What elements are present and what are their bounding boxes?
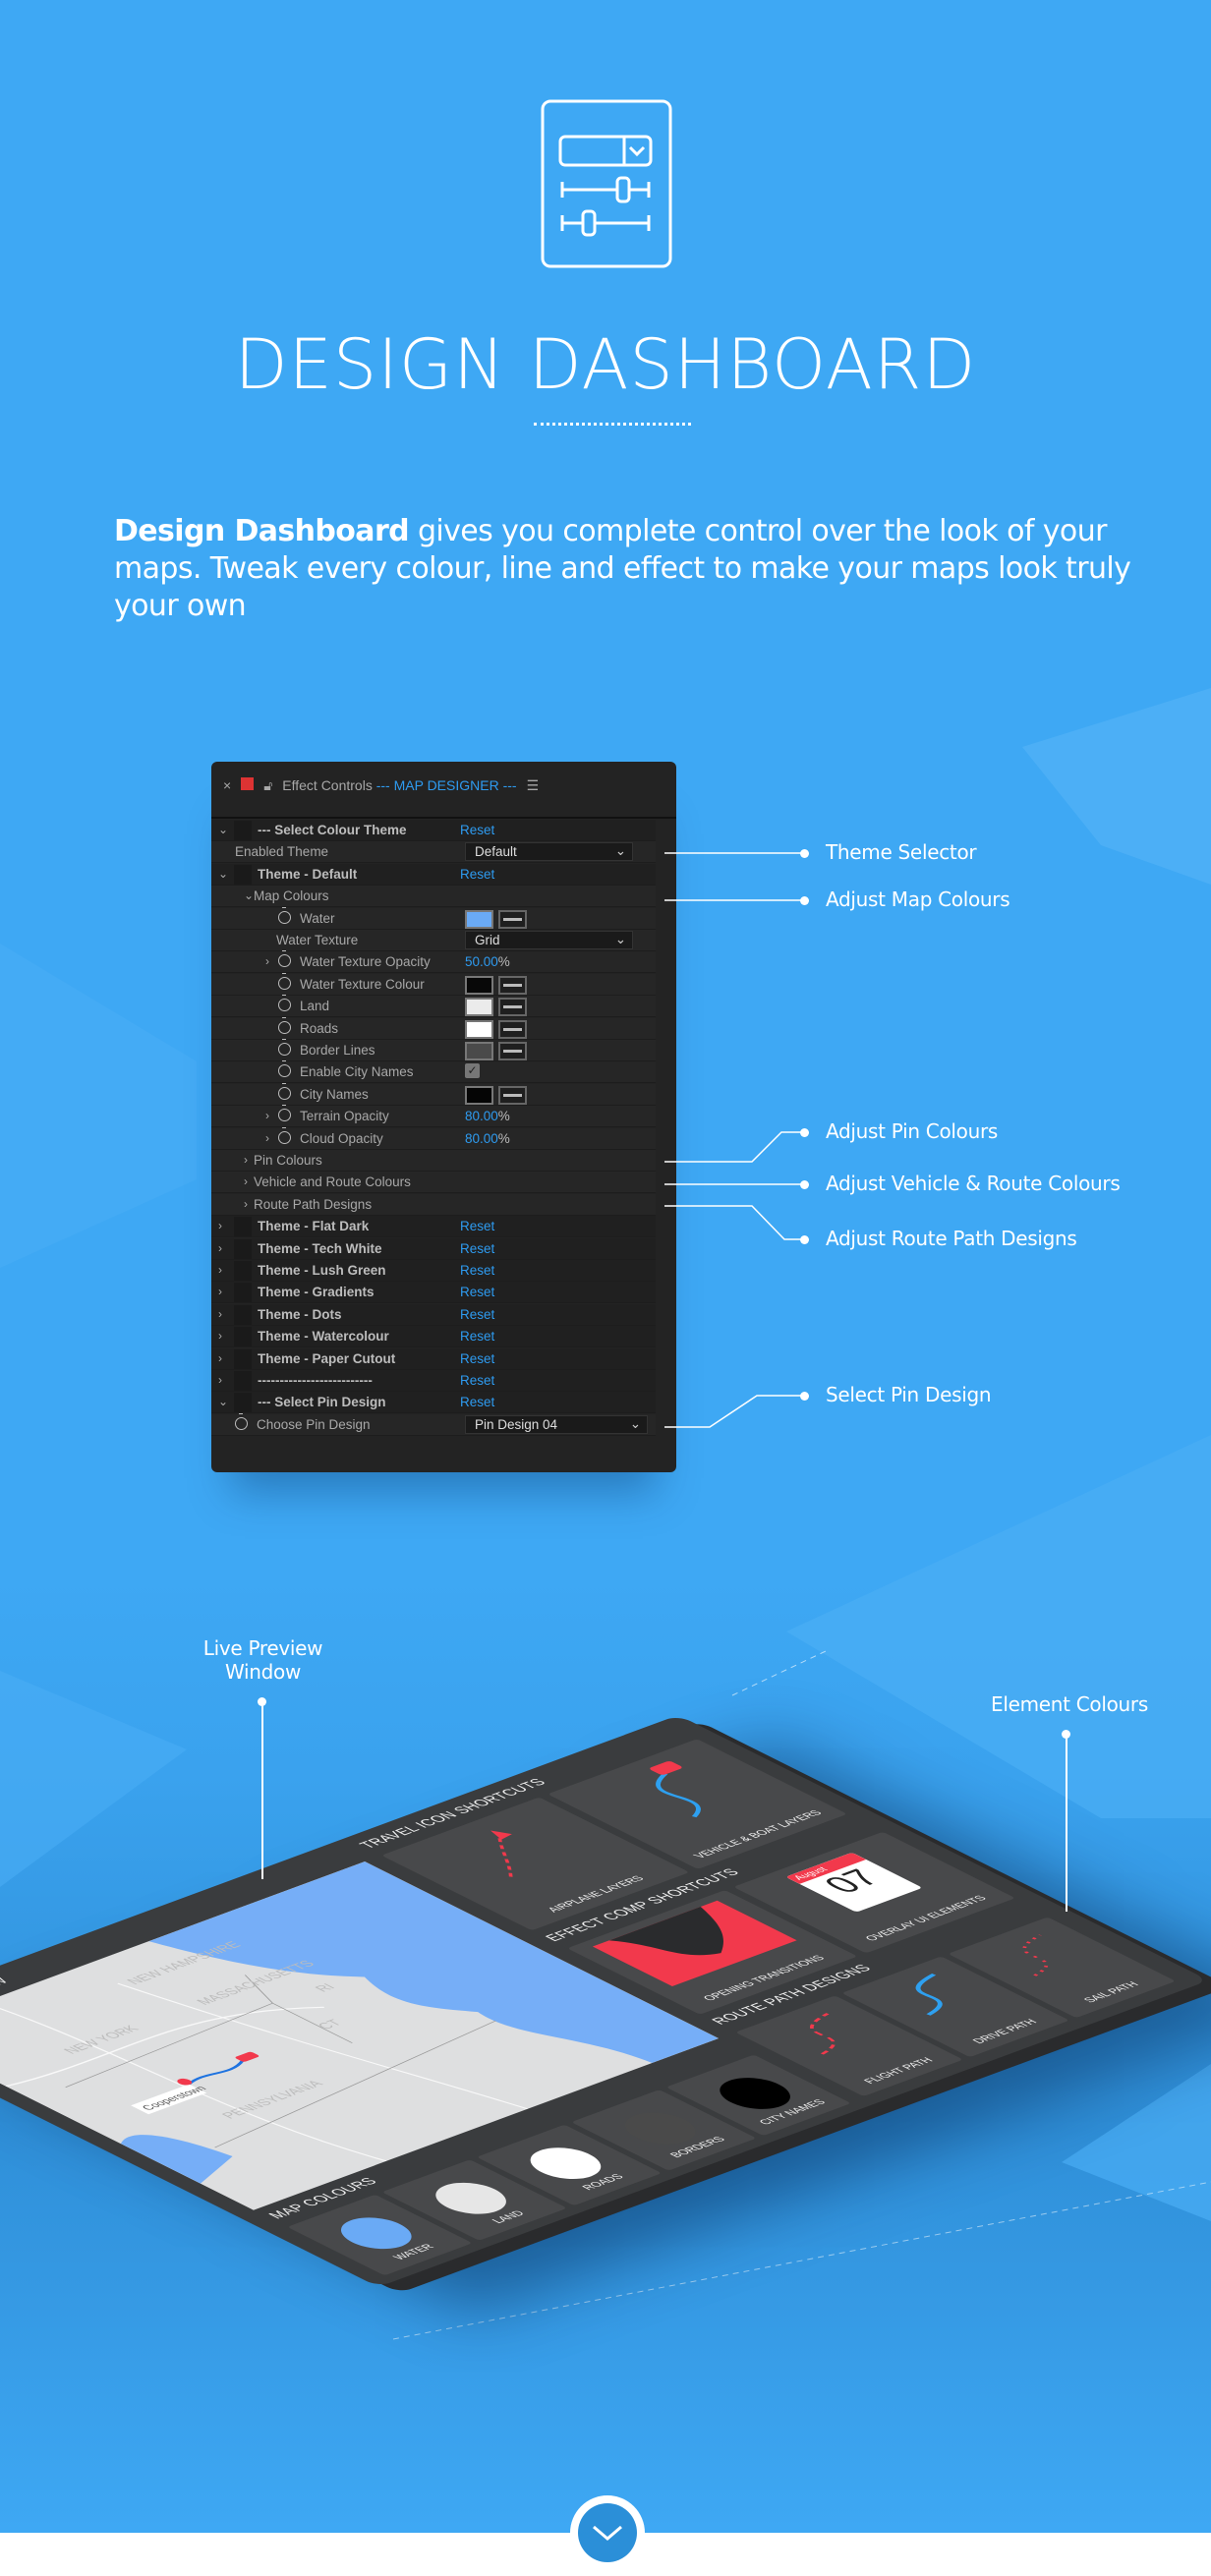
calendar-icon: August 07 (785, 1852, 923, 1913)
callout-dot (800, 849, 809, 858)
map-label: PENNSYLVANIA (219, 2079, 328, 2121)
callout-text: Window (224, 1660, 302, 1684)
callout-line (1066, 1735, 1067, 1912)
chevron-down-icon (593, 2525, 622, 2541)
callout-label: Adjust Route Path Designs (826, 1227, 1077, 1250)
callout-label: Adjust Pin Colours (826, 1119, 999, 1143)
callout-dot (800, 1128, 809, 1137)
callout-line (261, 1702, 263, 1879)
callout-dot (800, 1392, 809, 1401)
map-label: CT (315, 2018, 346, 2032)
live-preview-callout: Live Preview Window (202, 1636, 324, 1684)
callout-text: Live Preview (202, 1636, 323, 1660)
callout-label: Select Pin Design (826, 1383, 992, 1406)
scroll-down-button[interactable] (570, 2495, 645, 2570)
callout-dot (800, 1235, 809, 1244)
element-colours-callout: Element Colours (991, 1692, 1148, 1716)
callout-dot (800, 1180, 809, 1189)
callout-lines (664, 852, 804, 1428)
callout-dot (800, 896, 809, 905)
map-label: NEW YORK (61, 2024, 144, 2056)
callout-label: Adjust Vehicle & Route Colours (826, 1172, 1121, 1195)
callout-label: Adjust Map Colours (826, 887, 1010, 911)
map-label: RI (312, 1982, 339, 1994)
car-icon (235, 2051, 260, 2062)
callout-label: Theme Selector (826, 840, 977, 864)
